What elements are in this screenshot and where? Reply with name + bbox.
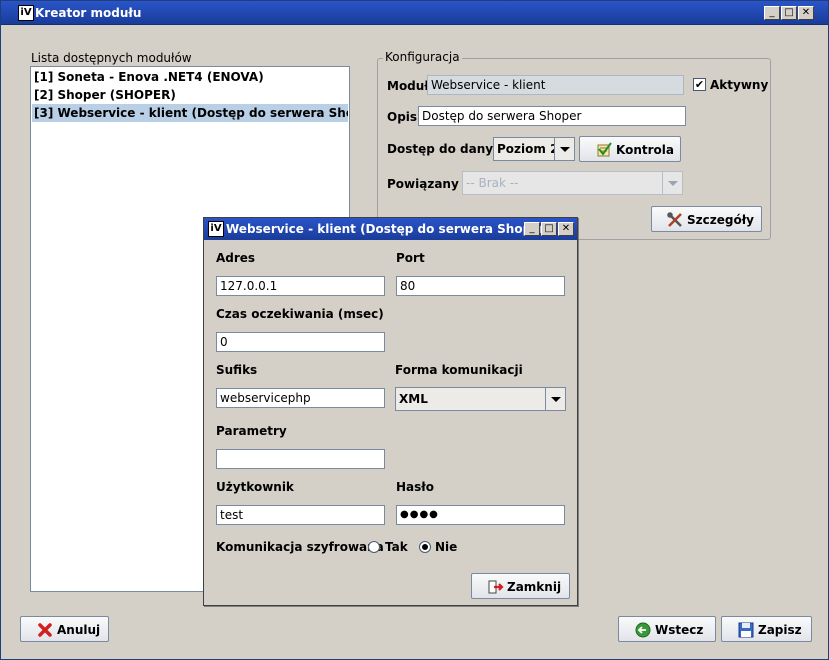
save-disk-icon bbox=[738, 622, 754, 638]
modul-field: Webservice - klient bbox=[427, 75, 684, 95]
powiazany-dropdown-button bbox=[662, 172, 682, 194]
config-legend: Konfiguracja bbox=[383, 50, 462, 64]
zapisz-button[interactable]: Zapisz bbox=[721, 616, 812, 642]
czas-label: Czas oczekiwania (msec) bbox=[216, 307, 384, 321]
szyfr-label: Komunikacja szyfrowana bbox=[216, 540, 384, 554]
sufiks-label: Sufiks bbox=[216, 363, 258, 377]
dostep-value: Poziom 2 bbox=[497, 142, 559, 156]
dialog-title: Webservice - klient (Dostęp do serwera S… bbox=[226, 222, 551, 236]
dostep-dropdown-button[interactable] bbox=[554, 138, 574, 160]
minimize-button[interactable]: _ bbox=[764, 6, 780, 20]
port-label: Port bbox=[396, 251, 425, 265]
uzytkownik-label: Użytkownik bbox=[216, 480, 294, 494]
haslo-label: Hasło bbox=[396, 480, 434, 494]
adres-input[interactable]: 127.0.0.1 bbox=[216, 276, 385, 296]
parametry-input[interactable] bbox=[216, 449, 385, 469]
port-input[interactable]: 80 bbox=[396, 276, 565, 296]
aktywny-checkbox[interactable]: ✔ bbox=[693, 78, 706, 91]
zamknij-label: Zamknij bbox=[507, 580, 562, 594]
dialog-minimize-button[interactable]: _ bbox=[524, 222, 540, 236]
main-titlebar[interactable]: iV Kreator modułu _ □ ✕ bbox=[1, 1, 828, 25]
forma-select[interactable]: XML bbox=[395, 387, 566, 411]
dostep-select[interactable]: Poziom 2 bbox=[493, 137, 575, 161]
close-button[interactable]: ✕ bbox=[798, 6, 814, 20]
sufiks-input[interactable]: webservicephp bbox=[216, 388, 385, 408]
webservice-dialog: iV Webservice - klient (Dostęp do serwer… bbox=[203, 217, 578, 606]
app-logo-icon: iV bbox=[208, 221, 224, 237]
check-icon: ✔ bbox=[694, 78, 705, 91]
kontrola-button[interactable]: Kontrola bbox=[579, 136, 681, 162]
powiazany-select: -- Brak -- bbox=[462, 171, 683, 195]
list-item-selected[interactable]: [3] Webservice - klient (Dostęp do serwe… bbox=[32, 104, 348, 122]
chevron-down-icon bbox=[560, 147, 570, 152]
exit-door-icon bbox=[488, 580, 504, 594]
window-title: Kreator modułu bbox=[35, 6, 142, 20]
dialog-close-button[interactable]: ✕ bbox=[558, 222, 574, 236]
app-logo-icon: iV bbox=[18, 5, 34, 21]
wstecz-button[interactable]: Wstecz bbox=[618, 616, 716, 642]
czas-input[interactable]: 0 bbox=[216, 332, 385, 352]
parametry-label: Parametry bbox=[216, 424, 287, 438]
dialog-maximize-button[interactable]: □ bbox=[541, 222, 557, 236]
dialog-titlebar[interactable]: iV Webservice - klient (Dostęp do serwer… bbox=[204, 218, 577, 240]
tak-label: Tak bbox=[385, 540, 408, 554]
forma-value: XML bbox=[399, 392, 428, 406]
maximize-button[interactable]: □ bbox=[781, 6, 797, 20]
powiazany-value: -- Brak -- bbox=[466, 176, 519, 190]
zapisz-label: Zapisz bbox=[758, 623, 802, 637]
opis-input[interactable]: Dostęp do serwera Shoper bbox=[418, 106, 686, 126]
tools-icon bbox=[667, 212, 682, 227]
dostep-label: Dostęp do danych bbox=[387, 142, 509, 156]
forma-label: Forma komunikacji bbox=[395, 363, 523, 377]
anuluj-label: Anuluj bbox=[57, 623, 101, 637]
back-arrow-icon bbox=[635, 622, 651, 638]
haslo-input[interactable]: ●●●● bbox=[396, 505, 565, 525]
szczegoly-label: Szczegóły bbox=[687, 213, 754, 227]
aktywny-label: Aktywny bbox=[710, 78, 769, 92]
cancel-x-icon bbox=[38, 623, 52, 637]
chevron-down-icon bbox=[551, 397, 561, 402]
zamknij-button[interactable]: Zamknij bbox=[471, 573, 570, 599]
wstecz-label: Wstecz bbox=[655, 623, 704, 637]
checklist-icon bbox=[597, 142, 612, 157]
radio-selected-dot bbox=[422, 544, 428, 550]
list-item[interactable]: [1] Soneta - Enova .NET4 (ENOVA) bbox=[32, 68, 348, 86]
tak-radio[interactable] bbox=[368, 541, 380, 553]
module-list-label: Lista dostępnych modułów bbox=[31, 51, 192, 65]
forma-dropdown-button[interactable] bbox=[545, 388, 565, 410]
list-item[interactable]: [2] Shoper (SHOPER) bbox=[32, 86, 348, 104]
opis-label: Opis bbox=[387, 110, 418, 124]
uzytkownik-input[interactable]: test bbox=[216, 505, 385, 525]
adres-label: Adres bbox=[216, 251, 256, 265]
szczegoly-button[interactable]: Szczegóły bbox=[651, 206, 762, 232]
chevron-down-icon bbox=[668, 181, 678, 186]
powiazany-label: Powiązany z bbox=[387, 177, 470, 191]
nie-radio[interactable] bbox=[419, 541, 431, 553]
nie-label: Nie bbox=[435, 540, 458, 554]
anuluj-button[interactable]: Anuluj bbox=[20, 616, 109, 642]
modul-label: Moduł bbox=[387, 79, 429, 93]
kontrola-label: Kontrola bbox=[616, 143, 674, 157]
